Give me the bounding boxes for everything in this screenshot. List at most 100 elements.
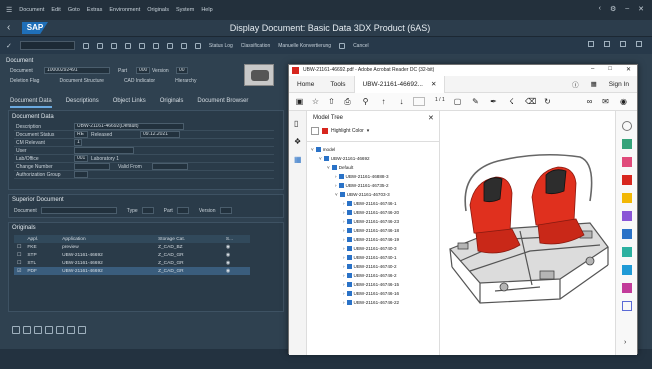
version-field[interactable]: 00: [176, 67, 188, 74]
chevron-icon[interactable]: ›: [343, 208, 345, 217]
status-log-button[interactable]: Status Log: [209, 43, 233, 49]
close-icon[interactable]: ✕: [638, 5, 644, 13]
create-pdf-icon[interactable]: [622, 157, 632, 167]
tree-item[interactable]: › UBW-21161-46740-2: [311, 262, 437, 271]
expand-panel-icon[interactable]: ›: [624, 339, 626, 346]
layout-icon[interactable]: [588, 41, 594, 47]
check-icon[interactable]: ✓: [6, 42, 12, 50]
document-number-field[interactable]: 10000292491: [44, 67, 110, 74]
tree-item-checkbox[interactable]: [323, 156, 329, 161]
chevron-down-icon[interactable]: ▾: [367, 128, 370, 134]
manual-conversion-button[interactable]: Manuelle Konvertierung: [278, 43, 331, 49]
upload-icon[interactable]: ⇧: [327, 97, 336, 106]
page-down-icon[interactable]: ↓: [397, 97, 406, 106]
3d-model-canvas[interactable]: [440, 111, 615, 355]
tree-item-checkbox[interactable]: [346, 246, 352, 251]
tab-document[interactable]: UBW-21161-46692... ✕: [353, 75, 446, 93]
edit-original-icon[interactable]: [23, 326, 31, 334]
superior-part-field[interactable]: [176, 207, 189, 214]
tree-item-checkbox[interactable]: [346, 228, 352, 233]
pen-icon[interactable]: ✎: [471, 97, 480, 106]
hamburger-icon[interactable]: ☰: [6, 6, 12, 14]
copy-original-icon[interactable]: [56, 326, 64, 334]
tree-item[interactable]: › UBW-21161-46746-15: [311, 280, 437, 289]
comment-tool-icon[interactable]: [622, 193, 632, 203]
tree-item-checkbox[interactable]: [331, 165, 337, 170]
tree-item-checkbox[interactable]: [346, 255, 352, 260]
minimize-icon[interactable]: –: [591, 66, 594, 73]
superior-document-field[interactable]: [40, 207, 117, 214]
help-icon[interactable]: [620, 41, 626, 47]
help-icon[interactable]: ⓘ: [564, 79, 587, 89]
print-icon[interactable]: [180, 42, 187, 49]
tree-item-checkbox[interactable]: [346, 201, 352, 206]
window-icon[interactable]: [604, 41, 610, 47]
tab-home[interactable]: Home: [289, 76, 322, 93]
tree-item-checkbox[interactable]: [346, 300, 352, 305]
tab-document-browser[interactable]: Document Browser: [197, 98, 248, 108]
tree-item-checkbox[interactable]: [338, 183, 344, 188]
classification-button[interactable]: Classification: [241, 43, 270, 49]
share-icon[interactable]: [166, 42, 173, 49]
change-number-field[interactable]: [74, 163, 110, 170]
col-storage[interactable]: Storage Cat.: [155, 235, 223, 243]
highlight-color-dropdown[interactable]: Highlight Color: [331, 128, 364, 134]
tree-item[interactable]: › UBW-21161-46740-1: [311, 253, 437, 262]
add-original-icon[interactable]: [12, 326, 20, 334]
tree-item-checkbox[interactable]: [346, 273, 352, 278]
page-up-icon[interactable]: ↑: [379, 97, 388, 106]
chevron-icon[interactable]: ˅: [335, 190, 338, 199]
tree-item[interactable]: › UBW-21161-46888-3: [311, 172, 437, 181]
delete-icon[interactable]: ⌫: [525, 97, 536, 106]
chevron-left-icon[interactable]: ‹: [599, 5, 601, 13]
export-pdf-icon[interactable]: [622, 139, 632, 149]
edit-icon[interactable]: [124, 42, 131, 49]
email-icon[interactable]: ✉: [601, 97, 610, 106]
cm-relevant-field[interactable]: 1: [74, 139, 82, 146]
close-tab-icon[interactable]: ✕: [431, 76, 436, 93]
cad-indicator-checkbox[interactable]: CAD Indicator: [124, 78, 155, 84]
valid-from-field[interactable]: [152, 163, 188, 170]
chevron-icon[interactable]: ›: [343, 226, 345, 235]
chevron-icon[interactable]: ›: [335, 172, 337, 181]
tab-tools[interactable]: Tools: [322, 76, 353, 93]
color-swatch[interactable]: [322, 128, 328, 134]
stamp-icon[interactable]: ☇: [507, 97, 516, 106]
tree-item-checkbox[interactable]: [346, 264, 352, 269]
chevron-icon[interactable]: ›: [343, 199, 345, 208]
row-checkbox[interactable]: ☐: [14, 251, 24, 259]
chevron-icon[interactable]: ›: [343, 271, 345, 280]
menu-item-document[interactable]: Document: [19, 7, 44, 13]
comment-icon[interactable]: ▢: [453, 97, 462, 106]
tree-item[interactable]: › UBW-21161-46746-16: [311, 289, 437, 298]
chevron-icon[interactable]: ›: [343, 280, 345, 289]
protect-icon[interactable]: [622, 265, 632, 275]
display-original-icon[interactable]: [45, 326, 53, 334]
hierarchy-checkbox[interactable]: Hierarchy: [175, 78, 196, 84]
tree-item-checkbox[interactable]: [346, 282, 352, 287]
document-structure-checkbox[interactable]: Document Structure: [59, 78, 103, 84]
tree-item[interactable]: › UBW-21161-46746-23: [311, 217, 437, 226]
chevron-icon[interactable]: ›: [343, 253, 345, 262]
customize-icon[interactable]: [636, 41, 642, 47]
status-date-field[interactable]: 09.12.2021: [140, 131, 180, 138]
tree-item[interactable]: › UBW-21161-46746-20: [311, 208, 437, 217]
deletion-flag-checkbox[interactable]: Deletion Flag: [10, 78, 39, 84]
menu-item-goto[interactable]: Goto: [68, 7, 80, 13]
rotate-icon[interactable]: ↻: [543, 97, 552, 106]
close-icon[interactable]: ✕: [626, 66, 631, 73]
tree-item-checkbox[interactable]: [346, 210, 352, 215]
chevron-icon[interactable]: ˅: [319, 154, 322, 163]
tree-item[interactable]: › UBW-21161-46746-22: [311, 298, 437, 307]
find-next-icon[interactable]: [152, 42, 159, 49]
combine-files-icon[interactable]: [622, 211, 632, 221]
scan-ocr-icon[interactable]: [622, 247, 632, 257]
superior-version-field[interactable]: [219, 207, 232, 214]
menu-item-originals[interactable]: Originals: [147, 7, 169, 13]
model-tree-icon[interactable]: ▦: [294, 155, 302, 164]
sign-icon[interactable]: ✒: [489, 97, 498, 106]
status-code-field[interactable]: RE: [74, 131, 88, 138]
copy-icon[interactable]: [110, 42, 117, 49]
chevron-icon[interactable]: ›: [343, 298, 345, 307]
tree-item[interactable]: › UBW-21161-46735-2: [311, 181, 437, 190]
